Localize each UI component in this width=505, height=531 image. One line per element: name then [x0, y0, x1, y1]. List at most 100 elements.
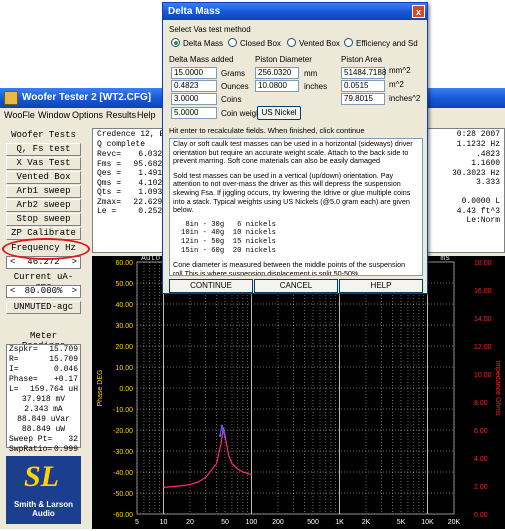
instructions-text: Clay or soft caulk test masses can be us… — [169, 138, 423, 276]
menu-options[interactable]: Options — [72, 110, 103, 120]
area-inches-input[interactable]: 79.8015 — [341, 93, 385, 105]
nickel-weight-table: 8in - 30g 6 nickels 10in - 40g 10 nickels… — [181, 220, 276, 255]
x-tick-label: 20 — [186, 519, 194, 526]
grams-input[interactable]: 15.0000 — [171, 67, 217, 79]
vented-box-button[interactable]: Vented Box — [6, 171, 81, 184]
area-mm-input[interactable]: 51484.7188 — [341, 67, 386, 79]
phase-point — [220, 424, 223, 427]
result-key: Le = — [97, 207, 117, 216]
result-key: Fms = — [97, 159, 122, 169]
x-tick-label: 1K — [335, 519, 344, 526]
menu-help[interactable]: Help — [137, 110, 156, 120]
ounces-unit: Ounces — [221, 82, 249, 91]
left-axis-label: Phase DEG — [97, 370, 104, 407]
result-row: Qes = 1.4910 — [97, 169, 167, 179]
current-field[interactable]: < 80.000% > — [6, 285, 81, 298]
results-right-values: 1.1232 Hz .4823 1.1600 30.3023 Hz 3.333 0.00… — [444, 140, 500, 226]
instructions-paragraph: Clay or soft caulk test masses can be us… — [173, 139, 413, 166]
ounces-input[interactable]: 0.4823 — [171, 80, 217, 92]
smith-larson-logo: SL Smith & Larson Audio — [6, 456, 81, 524]
decrease-icon[interactable]: < — [10, 257, 15, 268]
q-fs-test-button[interactable]: Q, Fs test — [6, 143, 81, 156]
left-tick-label: 20.00 — [115, 344, 133, 351]
result-value: 30.3023 Hz — [451, 168, 500, 178]
coin-weight-input[interactable]: 5.0000 — [171, 107, 217, 119]
radio-icon — [344, 38, 353, 47]
left-tick-label: -20.00 — [113, 428, 133, 435]
result-value: 4.43 ft^3 — [456, 206, 500, 216]
phase-point — [218, 434, 222, 437]
left-tick-label: 60.00 — [115, 260, 133, 267]
right-axis-label: Impedance Ohms — [494, 360, 501, 416]
left-tick-label: 50.00 — [115, 281, 133, 288]
us-nickel-button[interactable]: US Nickel — [257, 106, 301, 120]
menu-woofle[interactable]: WooFle — [4, 110, 35, 120]
meter-row: 88.849 uVar — [17, 415, 70, 424]
piston-diameter-label: Piston Diameter — [255, 55, 312, 64]
meter-row: I= 0.046 — [9, 365, 78, 374]
menu-window[interactable]: Window — [38, 110, 70, 120]
x-tick-label: 50 — [221, 519, 229, 526]
meter-row: Phase= +0.17 — [9, 375, 78, 384]
left-tick-label: 10.00 — [115, 365, 133, 372]
right-tick-label: 8.00 — [474, 400, 488, 407]
meter-row: R= 15.709 — [9, 355, 78, 364]
logo-text: Smith & Larson Audio — [13, 500, 74, 518]
vas-test-button[interactable]: X Vas Test — [6, 157, 81, 170]
dialog-title-bar[interactable]: Delta Mass x — [163, 3, 427, 20]
woofer-tests-header: Woofer Tests — [11, 130, 76, 140]
right-tick-label: 6.00 — [474, 428, 488, 435]
increase-icon[interactable]: > — [72, 257, 77, 268]
dialog-title: Delta Mass — [168, 6, 221, 17]
meter-row: 37.918 mV — [21, 395, 66, 404]
radio-vented-box[interactable]: Vented Box — [287, 38, 340, 48]
x-tick-label: 500 — [307, 519, 319, 526]
increase-icon[interactable]: > — [72, 286, 77, 297]
left-tick-label: -30.00 — [113, 449, 133, 456]
radio-selected-icon — [171, 38, 180, 47]
chart-svg: Auto ms60.0050.0040.0030.0020.0010.000.00… — [97, 254, 501, 526]
arb2-sweep-button[interactable]: Arb2 sweep — [6, 199, 81, 212]
logo-mark: SL — [24, 460, 60, 493]
radio-icon — [228, 38, 237, 47]
meter-row: 88.849 uW — [21, 425, 66, 434]
close-icon[interactable]: x — [412, 5, 425, 18]
result-row: Revc= 6.0326 — [97, 150, 167, 160]
result-row: Le = 0.2520 — [97, 207, 167, 217]
unmuted-agc-button[interactable]: UNMUTED-agc — [6, 301, 81, 314]
arb1-sweep-button[interactable]: Arb1 sweep — [6, 185, 81, 198]
x-tick-label: 100 — [246, 519, 258, 526]
result-value — [444, 188, 500, 198]
app-icon — [4, 91, 18, 105]
result-row: Qts = 1.0936 — [97, 188, 167, 198]
continue-button[interactable]: CONTINUE — [169, 279, 253, 293]
diameter-mm-input[interactable]: 256.0320 — [255, 67, 299, 79]
test-panel: Woofer Tests Q, Fs test X Vas Test Vente… — [4, 126, 83, 526]
result-value: 3.333 — [475, 178, 500, 187]
radio-icon — [287, 38, 296, 47]
phase-point — [223, 435, 227, 439]
result-value: 0.0000 L — [461, 197, 500, 206]
meter-row: L= 159.764 uH — [9, 385, 78, 394]
results-status: Q complete — [97, 140, 146, 149]
right-tick-label: 16.00 — [474, 288, 492, 295]
radio-efficiency-sd[interactable]: Efficiency and Sd — [344, 38, 418, 48]
stop-sweep-button[interactable]: Stop sweep — [6, 213, 81, 226]
result-value: 1.1232 Hz — [456, 140, 500, 149]
coins-input[interactable]: 3.0000 — [171, 93, 217, 105]
radio-closed-box[interactable]: Closed Box — [228, 38, 281, 48]
recalculate-hint: Hit enter to recalculate fields. When fi… — [169, 126, 365, 135]
left-tick-label: -60.00 — [113, 512, 133, 519]
x-tick-label: 10 — [160, 519, 168, 526]
cancel-button[interactable]: CANCEL — [254, 279, 338, 293]
menu-results[interactable]: Results — [106, 110, 136, 120]
help-button[interactable]: HELP — [339, 279, 423, 293]
decrease-icon[interactable]: < — [10, 286, 15, 297]
radio-delta-mass[interactable]: Delta Mass — [171, 38, 223, 48]
x-tick-label: 200 — [272, 519, 284, 526]
right-tick-label: 12.00 — [474, 344, 492, 351]
area-m-input[interactable]: 0.0515 — [341, 80, 385, 92]
diameter-inches-input[interactable]: 10.0800 — [255, 80, 299, 92]
x-tick-label: 5K — [397, 519, 406, 526]
plot-frame — [136, 261, 455, 515]
